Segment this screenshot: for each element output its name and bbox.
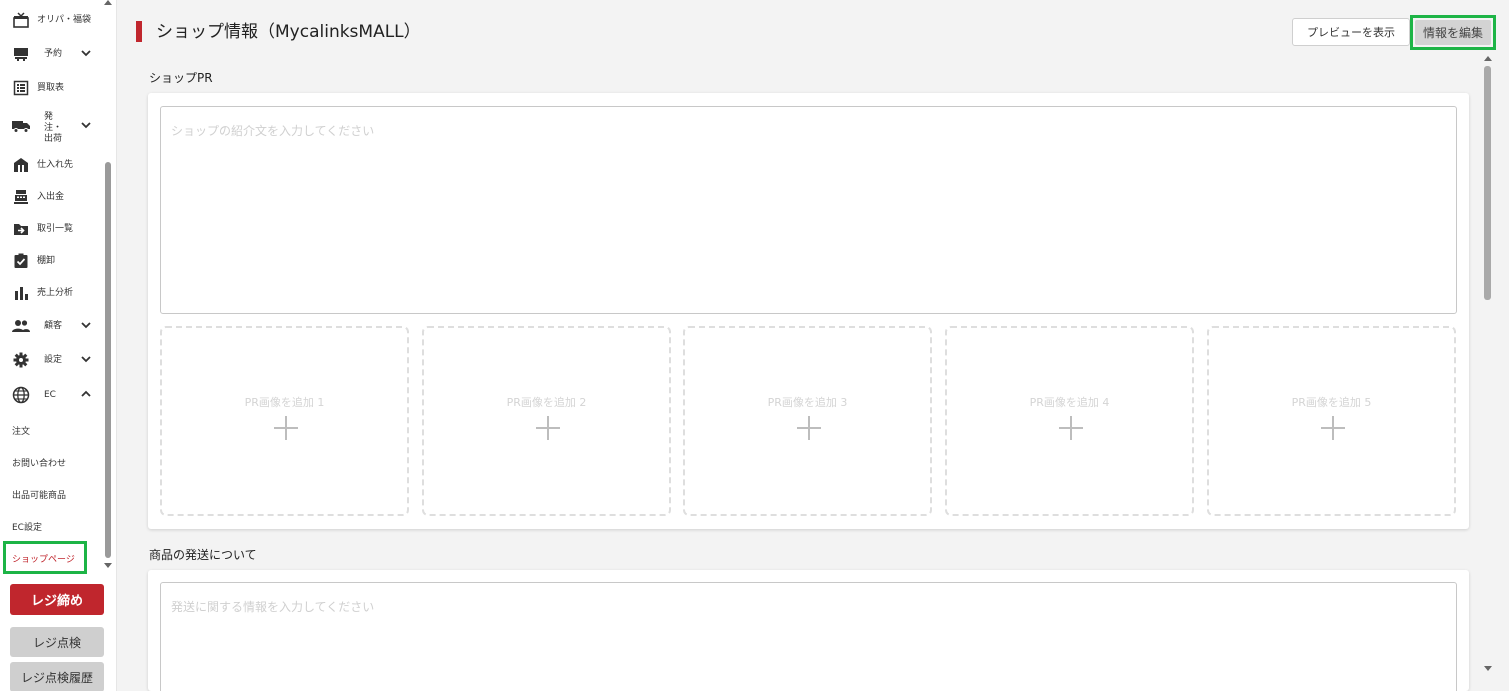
sidebar-item-label: 入出金 <box>37 192 65 202</box>
shop-pr-placeholder: ショップの紹介文を入力してください <box>171 124 375 138</box>
sidebar-subitem-shop-page[interactable]: ショップページ <box>3 541 87 574</box>
sidebar-subitem-inquiries[interactable]: お問い合わせ <box>12 456 66 469</box>
sidebar-item-label: 設定 <box>44 355 63 365</box>
sidebar-subitem-label: ショップページ <box>12 555 75 565</box>
chevron-up-icon[interactable] <box>80 388 92 400</box>
sidebar-item-reservation[interactable]: 予約 <box>0 44 102 64</box>
cash-register-icon <box>12 188 30 206</box>
close-register-button[interactable]: レジ締め <box>10 584 104 615</box>
sidebar-subitem-ec-settings[interactable]: EC設定 <box>12 520 42 533</box>
list-table-icon <box>12 79 30 97</box>
sidebar-item-label: 買取表 <box>37 83 65 93</box>
sidebar-item-label: EC <box>44 390 56 400</box>
main-scrollbar[interactable] <box>1482 54 1494 674</box>
chevron-down-icon[interactable] <box>80 319 92 331</box>
shipping-textarea[interactable]: 発送に関する情報を入力してください <box>160 582 1457 691</box>
sidebar-item-supplier[interactable]: 仕入れ先 <box>0 155 102 175</box>
sidebar-item-ec[interactable]: EC <box>0 385 102 405</box>
scrollbar-thumb[interactable] <box>105 162 111 558</box>
sidebar-item-label: 顧客 <box>44 321 63 331</box>
sidebar-item-inventory[interactable]: 棚卸 <box>0 251 102 271</box>
plus-icon <box>274 416 298 440</box>
clipboard-check-icon <box>12 252 30 270</box>
reservation-icon <box>12 45 30 63</box>
sidebar-nav: オリパ・福袋 予約 買取表 発注・出荷 仕入れ先 入出金 取引一覧 棚卸 売上分… <box>0 0 102 575</box>
chevron-down-icon[interactable] <box>80 47 92 59</box>
scrollbar-thumb[interactable] <box>1484 66 1491 300</box>
app-window: オリパ・福袋 予約 買取表 発注・出荷 仕入れ先 入出金 取引一覧 棚卸 売上分… <box>0 0 1509 691</box>
edit-info-button[interactable]: 情報を編集 <box>1415 20 1491 45</box>
bar-chart-icon <box>12 284 30 302</box>
pr-image-slot-5[interactable]: PR画像を追加 5 <box>1207 326 1456 516</box>
shop-pr-textarea[interactable]: ショップの紹介文を入力してください <box>160 106 1457 314</box>
scroll-up-arrow-icon[interactable] <box>1484 56 1492 61</box>
sidebar-item-label: 売上分析 <box>37 288 74 298</box>
sidebar-subitem-orders[interactable]: 注文 <box>12 424 30 437</box>
people-icon <box>12 317 30 335</box>
pr-image-slot-label: PR画像を追加 4 <box>1029 396 1110 409</box>
shop-pr-card: ショップの紹介文を入力してください PR画像を追加 1 PR画像を追加 2 PR… <box>148 93 1469 529</box>
edit-button-highlight: 情報を編集 <box>1410 15 1496 50</box>
chevron-down-icon[interactable] <box>80 353 92 365</box>
sidebar-item-buy-list[interactable]: 買取表 <box>0 78 102 98</box>
folder-arrow-icon <box>12 220 30 238</box>
pr-image-slot-label: PR画像を追加 2 <box>506 396 587 409</box>
sidebar-item-sales-analysis[interactable]: 売上分析 <box>0 283 102 303</box>
scroll-down-arrow-icon[interactable] <box>104 563 112 568</box>
shop-pr-label: ショップPR <box>149 71 213 85</box>
sidebar-item-oripa[interactable]: オリパ・福袋 <box>0 10 102 30</box>
sidebar-subitem-listable-products[interactable]: 出品可能商品 <box>12 488 66 501</box>
scroll-up-arrow-icon[interactable] <box>104 0 112 5</box>
truck-icon <box>12 117 30 135</box>
pr-image-slot-1[interactable]: PR画像を追加 1 <box>160 326 409 516</box>
plus-icon <box>536 416 560 440</box>
plus-icon <box>1321 416 1345 440</box>
plus-icon <box>1059 416 1083 440</box>
register-check-button[interactable]: レジ点検 <box>10 627 104 657</box>
sidebar-item-label: 仕入れ先 <box>37 160 74 170</box>
sidebar: オリパ・福袋 予約 買取表 発注・出荷 仕入れ先 入出金 取引一覧 棚卸 売上分… <box>0 0 117 691</box>
sidebar-item-customers[interactable]: 顧客 <box>0 316 102 336</box>
scroll-down-arrow-icon[interactable] <box>1484 666 1492 671</box>
register-check-history-button[interactable]: レジ点検履歴 <box>10 662 104 691</box>
sidebar-item-label: 棚卸 <box>37 256 56 266</box>
sidebar-item-transactions[interactable]: 取引一覧 <box>0 219 102 239</box>
shipping-label: 商品の発送について <box>149 548 257 562</box>
sidebar-item-label: オリパ・福袋 <box>37 15 92 25</box>
sidebar-item-order-ship[interactable]: 発注・出荷 <box>0 112 102 144</box>
shipping-card: 発送に関する情報を入力してください <box>148 570 1469 691</box>
pr-image-slot-3[interactable]: PR画像を追加 3 <box>683 326 932 516</box>
title-accent-bar <box>136 21 142 42</box>
preview-button[interactable]: プレビューを表示 <box>1292 18 1410 46</box>
sidebar-item-label: 発注・出荷 <box>44 112 63 144</box>
sidebar-item-cash[interactable]: 入出金 <box>0 187 102 207</box>
gift-box-icon <box>12 11 30 29</box>
pr-image-slot-label: PR画像を追加 1 <box>244 396 325 409</box>
gear-icon <box>12 351 30 369</box>
sidebar-item-label: 取引一覧 <box>37 224 74 234</box>
pr-image-slot-2[interactable]: PR画像を追加 2 <box>422 326 671 516</box>
main-content: ショップ情報（MycalinksMALL） プレビューを表示 情報を編集 ショッ… <box>117 0 1509 691</box>
pr-image-slot-label: PR画像を追加 5 <box>1291 396 1372 409</box>
chevron-down-icon[interactable] <box>80 119 92 131</box>
sidebar-item-settings[interactable]: 設定 <box>0 350 102 370</box>
factory-icon <box>12 156 30 174</box>
pr-image-slot-label: PR画像を追加 3 <box>767 396 848 409</box>
page-title: ショップ情報（MycalinksMALL） <box>156 22 421 42</box>
shipping-placeholder: 発送に関する情報を入力してください <box>171 600 375 614</box>
sidebar-item-label: 予約 <box>44 49 63 59</box>
pr-image-slot-4[interactable]: PR画像を追加 4 <box>945 326 1194 516</box>
plus-icon <box>797 416 821 440</box>
sidebar-scrollbar[interactable] <box>103 0 113 575</box>
globe-icon <box>12 386 30 404</box>
